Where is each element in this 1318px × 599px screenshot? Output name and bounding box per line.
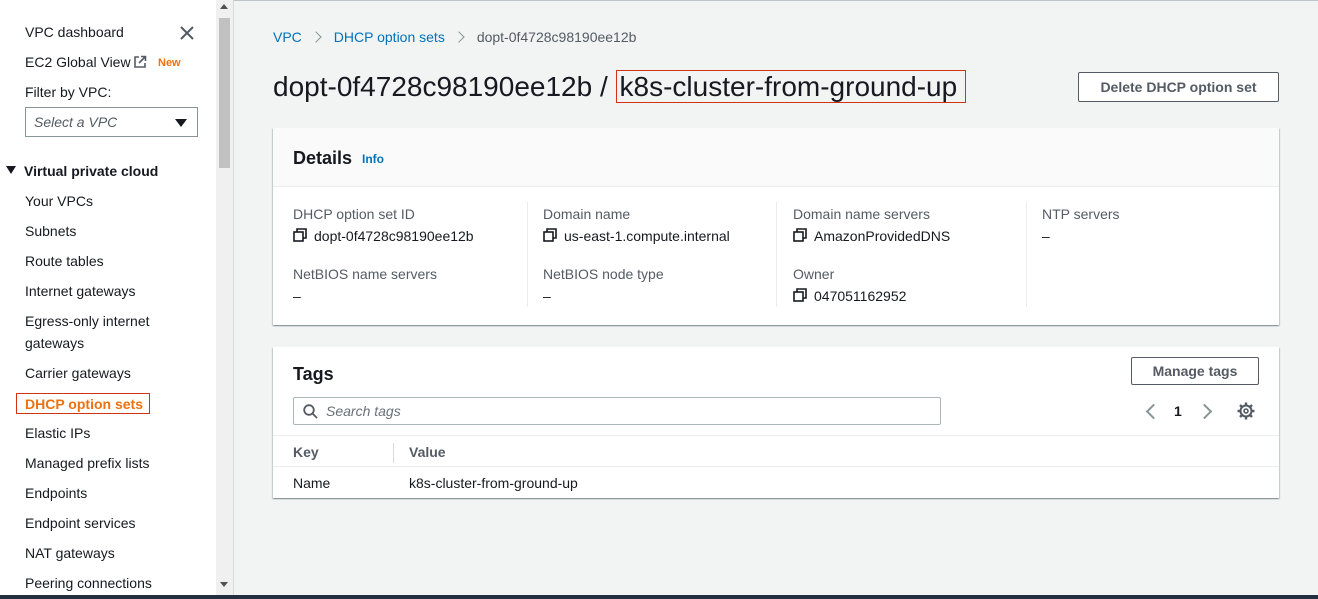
copy-icon[interactable] (793, 288, 807, 302)
tags-heading: Tags (293, 364, 334, 384)
sidebar-item-elastic-ips[interactable]: Elastic IPs (25, 423, 90, 443)
search-tags-placeholder: Search tags (326, 403, 401, 419)
scroll-down-arrow-icon[interactable] (220, 582, 228, 587)
taskbar-strip (0, 595, 1318, 599)
page-title-separator: / (599, 71, 608, 102)
search-tags-input[interactable]: Search tags (293, 397, 941, 425)
sidebar-item-endpoints[interactable]: Endpoints (25, 483, 87, 503)
netbios-node-type-value: – (543, 288, 551, 304)
new-badge: New (158, 57, 181, 69)
vpc-filter-select[interactable]: Select a VPC (25, 107, 198, 137)
caret-down-icon (6, 166, 16, 174)
chevron-right-icon (310, 31, 322, 43)
sidebar-item-nat-gateways[interactable]: NAT gateways (25, 543, 115, 563)
sidebar-item-carrier-gateways[interactable]: Carrier gateways (25, 363, 131, 383)
delete-dhcp-option-set-button[interactable]: Delete DHCP option set (1078, 72, 1279, 102)
scroll-up-arrow-icon[interactable] (220, 4, 228, 9)
breadcrumb-dhcp-option-sets[interactable]: DHCP option sets (334, 29, 445, 45)
details-panel: Details Info DHCP option set ID dopt-0f4… (273, 128, 1279, 325)
copy-icon[interactable] (793, 228, 807, 242)
ntp-servers-label: NTP servers (1042, 206, 1120, 222)
table-divider (273, 435, 1279, 436)
sidebar-item-peering-connections[interactable]: Peering connections (25, 573, 152, 593)
dhcp-option-set-id-value: dopt-0f4728c98190ee12b (293, 227, 474, 245)
gear-icon[interactable] (1237, 402, 1255, 420)
section-label: Virtual private cloud (24, 163, 159, 179)
column-header-value[interactable]: Value (409, 443, 446, 461)
chevron-right-icon[interactable] (1196, 403, 1213, 420)
page-number[interactable]: 1 (1174, 402, 1182, 420)
ntp-servers-value: – (1042, 228, 1050, 244)
value-text: dopt-0f4728c98190ee12b (314, 228, 474, 244)
sidebar-item-egress-only-gateways-line2[interactable]: gateways (25, 333, 84, 353)
column-divider (776, 202, 777, 307)
dhcp-option-set-id-label: DHCP option set ID (293, 206, 415, 222)
manage-tags-button[interactable]: Manage tags (1131, 357, 1259, 385)
domain-name-value: us-east-1.compute.internal (543, 227, 730, 245)
breadcrumb-current: dopt-0f4728c98190ee12b (476, 29, 637, 45)
value-text: AmazonProvidedDNS (814, 228, 951, 244)
netbios-name-servers-value: – (293, 288, 301, 304)
sidebar-item-managed-prefix-lists[interactable]: Managed prefix lists (25, 453, 150, 473)
page-title: dopt-0f4728c98190ee12b / k8s-cluster-fro… (273, 68, 967, 106)
caret-down-icon (175, 119, 187, 127)
sidebar-item-ec2-global-view[interactable]: EC2 Global View (25, 52, 131, 72)
breadcrumb: VPC DHCP option sets dopt-0f4728c98190ee12… (273, 28, 636, 46)
sidebar-item-vpc-dashboard[interactable]: VPC dashboard (25, 22, 124, 42)
chevron-left-icon[interactable] (1145, 403, 1162, 420)
table-divider (273, 466, 1279, 467)
filter-by-vpc-label: Filter by VPC: (25, 84, 112, 100)
sidebar-item-label: DHCP option sets (25, 396, 143, 412)
page-title-name: k8s-cluster-from-ground-up (615, 70, 967, 103)
copy-icon[interactable] (543, 228, 557, 242)
details-panel-header (273, 128, 1279, 187)
tag-row-key: Name (293, 475, 331, 491)
tags-panel: Tags Manage tags Search tags 1 Key Value… (273, 347, 1279, 498)
sidebar-item-dhcp-option-sets[interactable]: DHCP option sets (16, 393, 150, 414)
domain-name-servers-value: AmazonProvidedDNS (793, 227, 950, 245)
netbios-node-type-label: NetBIOS node type (543, 266, 664, 282)
domain-name-servers-label: Domain name servers (793, 206, 930, 222)
search-icon (303, 404, 318, 419)
sidebar-item-route-tables[interactable]: Route tables (25, 251, 104, 271)
close-icon[interactable] (178, 24, 196, 42)
sidebar-item-your-vpcs[interactable]: Your VPCs (25, 191, 93, 211)
value-text: 047051162952 (814, 288, 907, 304)
column-divider (527, 202, 528, 307)
details-info-link[interactable]: Info (362, 152, 384, 166)
scrollbar-thumb[interactable] (219, 18, 230, 168)
owner-label: Owner (793, 266, 835, 282)
page-title-id: dopt-0f4728c98190ee12b (273, 71, 593, 102)
vpc-filter-placeholder: Select a VPC (34, 114, 118, 130)
column-divider (393, 443, 394, 463)
sidebar-item-internet-gateways[interactable]: Internet gateways (25, 281, 136, 301)
sidebar-item-subnets[interactable]: Subnets (25, 221, 76, 241)
external-link-icon (134, 55, 147, 68)
sidebar-scrollbar[interactable] (216, 0, 234, 595)
section-virtual-private-cloud[interactable]: Virtual private cloud (6, 161, 158, 181)
tag-row-value: k8s-cluster-from-ground-up (409, 475, 578, 491)
column-divider (1026, 202, 1027, 307)
chevron-right-icon (453, 31, 465, 43)
breadcrumb-vpc[interactable]: VPC (273, 29, 302, 45)
owner-value: 047051162952 (793, 287, 906, 305)
column-header-key[interactable]: Key (293, 443, 319, 461)
value-text: us-east-1.compute.internal (564, 228, 730, 244)
netbios-name-servers-label: NetBIOS name servers (293, 266, 437, 282)
sidebar-item-endpoint-services[interactable]: Endpoint services (25, 513, 136, 533)
copy-icon[interactable] (293, 228, 307, 242)
domain-name-label: Domain name (543, 206, 631, 222)
details-heading: Details (293, 148, 353, 168)
sidebar-nav: VPC dashboard EC2 Global View New Filter… (0, 0, 216, 595)
sidebar-item-egress-only-gateways[interactable]: Egress-only internet (25, 311, 150, 331)
